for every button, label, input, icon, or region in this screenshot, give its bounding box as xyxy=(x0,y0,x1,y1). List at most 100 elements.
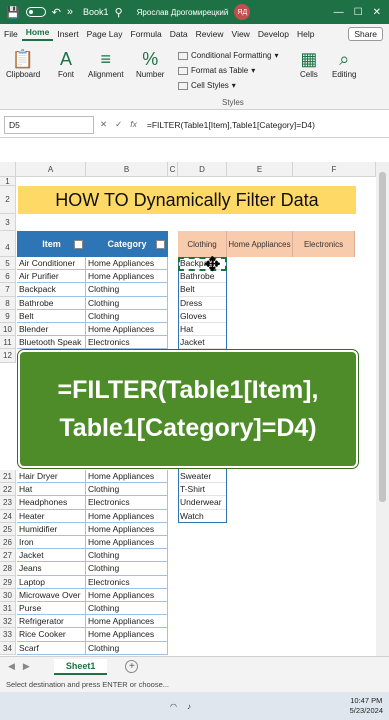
table-cell-item[interactable]: Bluetooth Speak xyxy=(17,336,86,350)
table-cell-item[interactable]: Purse xyxy=(17,602,86,616)
row-header[interactable]: 2 xyxy=(0,186,16,214)
tab-data[interactable]: Data xyxy=(166,29,192,39)
clock[interactable]: 10:47 PM 5/23/2024 xyxy=(350,696,383,716)
filtered-result-cell[interactable]: Sweater xyxy=(178,470,227,484)
tab-file[interactable]: File xyxy=(0,29,22,39)
row-header[interactable]: 1 xyxy=(0,177,16,186)
undo-icon[interactable]: ↶ xyxy=(52,6,61,19)
row-header[interactable]: 32 xyxy=(0,615,16,629)
table-cell-item[interactable]: Headphones xyxy=(17,496,86,510)
table-cell-category[interactable]: Electronics xyxy=(86,496,168,510)
row-header[interactable]: 31 xyxy=(0,602,16,616)
tab-insert[interactable]: Insert xyxy=(53,29,82,39)
row-header[interactable]: 30 xyxy=(0,588,16,602)
table-cell-item[interactable]: Hat xyxy=(17,483,86,497)
table-cell-category[interactable]: Clothing xyxy=(86,483,168,497)
avatar[interactable]: ЯД xyxy=(234,4,251,20)
table-cell-category[interactable]: Home Appliances xyxy=(86,270,168,284)
row-header[interactable]: 34 xyxy=(0,641,16,655)
filter-dropdown-icon[interactable] xyxy=(156,239,165,249)
formula-input[interactable]: =FILTER(Table1[Item],Table1[Category]=D4… xyxy=(147,120,315,130)
name-box[interactable]: D5 xyxy=(4,115,94,134)
table-cell-category[interactable]: Clothing xyxy=(86,296,168,310)
format-as-table-button[interactable]: Format as Table ▾ xyxy=(178,63,279,78)
row-header[interactable]: 27 xyxy=(0,549,16,563)
table-cell-item[interactable]: Laptop xyxy=(17,575,86,589)
row-header[interactable]: 28 xyxy=(0,562,16,576)
table-cell-item[interactable]: Rice Cooker xyxy=(17,628,86,642)
filtered-result-cell[interactable]: Hat xyxy=(178,323,227,337)
table-header-category[interactable]: Category xyxy=(86,231,168,257)
filtered-result-cell[interactable]: Jacket xyxy=(178,336,227,350)
tab-review[interactable]: Review xyxy=(192,29,228,39)
tab-developer[interactable]: Develop xyxy=(254,29,293,39)
table-cell-category[interactable]: Home Appliances xyxy=(86,628,168,642)
tab-home[interactable]: Home xyxy=(21,27,54,41)
minimize-icon[interactable]: — xyxy=(334,7,344,18)
table-cell-item[interactable]: Jacket xyxy=(17,549,86,563)
column-header-d[interactable]: D xyxy=(178,162,227,177)
tab-formulas[interactable]: Formula xyxy=(127,29,166,39)
row-header[interactable]: 25 xyxy=(0,522,16,536)
row-header[interactable]: 10 xyxy=(0,323,16,337)
row-header[interactable]: 21 xyxy=(0,470,16,484)
select-all-corner[interactable] xyxy=(0,162,16,177)
table-cell-item[interactable]: Air Conditioner xyxy=(17,257,86,271)
autosave-toggle[interactable] xyxy=(25,7,46,17)
table-cell-item[interactable]: Refrigerator xyxy=(17,615,86,629)
table-cell-category[interactable]: Electronics xyxy=(86,575,168,589)
filtered-result-cell[interactable]: Watch xyxy=(178,510,227,523)
conditional-formatting-button[interactable]: Conditional Formatting ▾ xyxy=(178,48,279,63)
table-cell-category[interactable]: Clothing xyxy=(86,283,168,297)
filtered-result-cell[interactable]: Belt xyxy=(178,283,227,297)
table-cell-category[interactable]: Home Appliances xyxy=(86,536,168,550)
table-cell-category[interactable]: Home Appliances xyxy=(86,615,168,629)
table-cell-item[interactable]: Humidifier xyxy=(17,522,86,536)
cancel-icon[interactable]: ✕ xyxy=(100,119,107,130)
table-cell-item[interactable]: Belt xyxy=(17,309,86,323)
table-cell-category[interactable]: Clothing xyxy=(86,641,168,655)
table-cell-category[interactable]: Electronics xyxy=(86,336,168,350)
table-cell-category[interactable]: Clothing xyxy=(86,309,168,323)
filtered-result-cell[interactable]: Gloves xyxy=(178,310,227,323)
scroll-right-icon[interactable]: ▶ xyxy=(23,661,30,672)
column-header-c[interactable]: C xyxy=(168,162,178,177)
table-cell-item[interactable]: Jeans xyxy=(17,562,86,576)
table-cell-category[interactable]: Home Appliances xyxy=(86,522,168,536)
row-header[interactable]: 33 xyxy=(0,628,16,642)
table-cell-item[interactable]: Blender xyxy=(17,323,86,337)
number-group[interactable]: % Number xyxy=(136,48,164,79)
filtered-result-cell[interactable]: Underwear xyxy=(178,496,227,510)
column-header-b[interactable]: B xyxy=(86,162,168,177)
column-header-a[interactable]: A xyxy=(16,162,86,177)
table-cell-item[interactable]: Backpack xyxy=(17,283,86,297)
row-header[interactable]: 3 xyxy=(0,214,16,231)
row-header[interactable]: 24 xyxy=(0,509,16,523)
add-sheet-icon[interactable]: + xyxy=(125,660,139,673)
table-header-item[interactable]: Item xyxy=(17,231,86,257)
more-icon[interactable]: » xyxy=(67,6,73,18)
row-header[interactable]: 7 xyxy=(0,283,16,297)
maximize-icon[interactable]: ☐ xyxy=(354,7,363,18)
save-icon[interactable]: 💾 xyxy=(6,6,20,19)
row-header[interactable]: 9 xyxy=(0,309,16,323)
table-cell-category[interactable]: Clothing xyxy=(86,549,168,563)
enter-icon[interactable]: ✓ xyxy=(115,119,122,130)
wifi-icon[interactable]: ◠ xyxy=(170,702,177,711)
tab-view[interactable]: View xyxy=(228,29,254,39)
table-cell-item[interactable]: Heater xyxy=(17,509,86,523)
row-header[interactable]: 6 xyxy=(0,270,16,284)
criteria-electronics[interactable]: Electronics xyxy=(293,231,355,257)
table-cell-category[interactable]: Home Appliances xyxy=(86,470,168,484)
table-cell-category[interactable]: Home Appliances xyxy=(86,257,168,271)
table-cell-item[interactable]: Iron xyxy=(17,536,86,550)
search-icon[interactable]: ⚲ xyxy=(115,6,123,19)
filter-dropdown-icon[interactable] xyxy=(74,239,83,249)
cell-styles-button[interactable]: Cell Styles ▾ xyxy=(178,78,279,93)
close-icon[interactable]: ✕ xyxy=(373,7,381,18)
filtered-result-cell[interactable]: Dress xyxy=(178,297,227,310)
table-cell-item[interactable]: Air Purifier xyxy=(17,270,86,284)
vertical-scrollbar[interactable] xyxy=(376,162,389,656)
table-cell-category[interactable]: Clothing xyxy=(86,562,168,576)
table-cell-category[interactable]: Clothing xyxy=(86,602,168,616)
